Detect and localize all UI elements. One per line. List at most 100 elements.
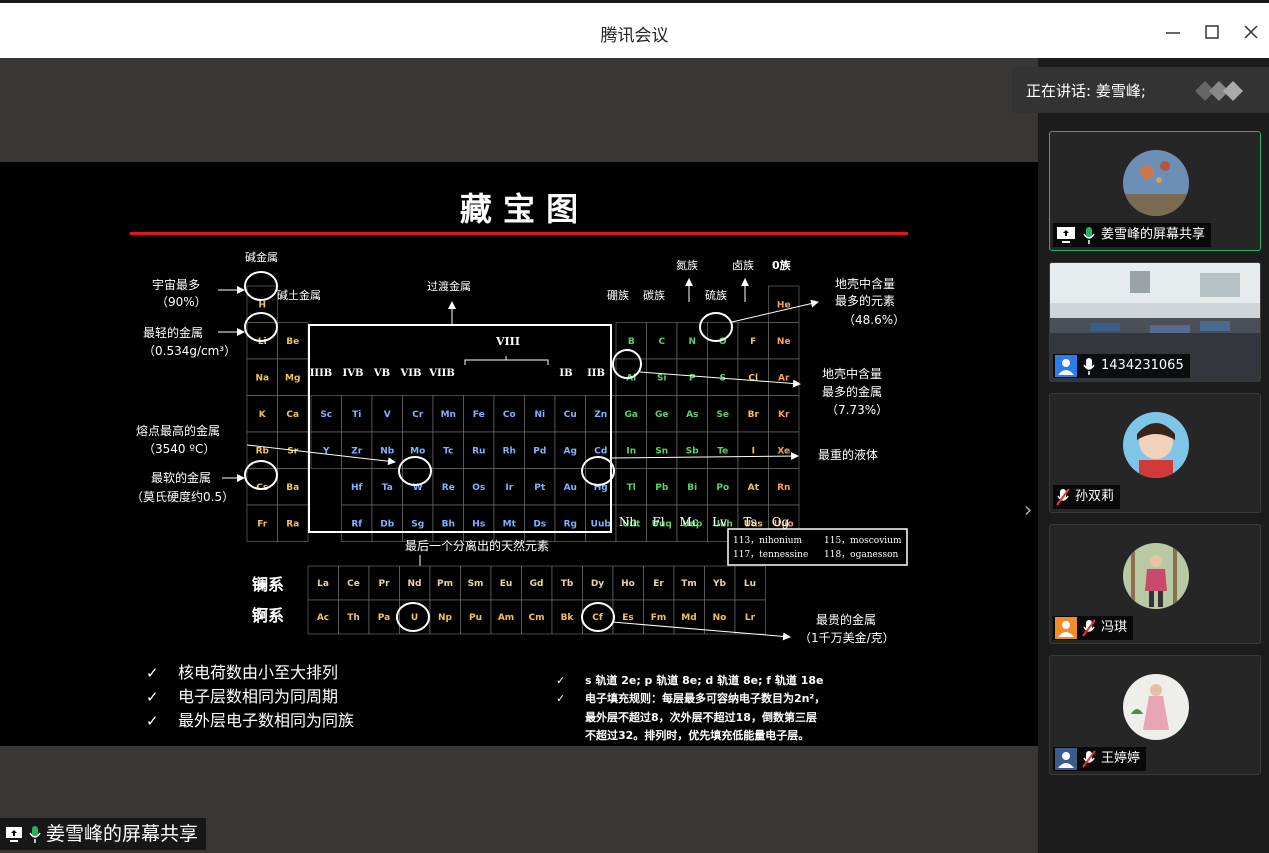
screen-share-icon	[1057, 227, 1075, 243]
element-symbol: Md	[681, 613, 696, 623]
new-element-117: 117，tennessine	[733, 550, 808, 560]
presentation-slide: 藏 宝 图 碱金属 碱土金属 过渡金属 硼族 碳族 氮族 硫族 卤族 0族 VI…	[0, 162, 1038, 746]
label-ivb: IVB	[343, 368, 364, 379]
participant-name: 孙双莉	[1075, 489, 1115, 504]
element-symbol: Xe	[777, 446, 790, 456]
element-symbol: Er	[653, 579, 664, 589]
element-symbol: Mg	[285, 373, 300, 383]
annot-crust-element2: 最多的元素	[835, 293, 895, 308]
element-symbol: N	[688, 337, 696, 347]
element-symbol: Ni	[534, 410, 545, 420]
element-symbol: La	[317, 579, 329, 589]
element-symbol: Pr	[378, 579, 390, 589]
annot-highest-mp: 熔点最高的金属	[136, 423, 220, 438]
element-symbol: Lr	[745, 613, 756, 623]
mic-icon	[29, 826, 41, 843]
element-symbol: V	[384, 410, 391, 420]
element-symbol: Ir	[505, 483, 513, 493]
element-symbol: Rg	[564, 519, 577, 529]
annot-universe-most: 宇宙最多	[152, 277, 200, 292]
element-symbol: Rn	[777, 483, 790, 493]
participant-label: 王婷婷	[1053, 747, 1147, 771]
label-nitrogen: 氮族	[676, 258, 698, 272]
element-symbol: As	[686, 410, 698, 420]
annot-softest-val: （莫氏硬度约0.5）	[131, 489, 234, 504]
participant-name: 冯琪	[1101, 620, 1128, 635]
element-symbol: Rf	[351, 519, 362, 529]
label-vib: VIB	[400, 368, 422, 379]
annot-most-expensive: 最贵的金属	[816, 612, 876, 627]
element-symbol: Sm	[468, 579, 484, 589]
element-symbol: Hs	[472, 519, 485, 529]
avatar	[1123, 150, 1189, 216]
participant-tile-5[interactable]: 王婷婷	[1049, 655, 1261, 775]
element-symbol: Re	[442, 483, 455, 493]
element-symbol: Mn	[441, 410, 456, 420]
label-halogen: 卤族	[732, 258, 754, 272]
element-symbol: Dy	[591, 579, 604, 589]
participant-name: 王婷婷	[1101, 751, 1141, 766]
element-symbol: Ru	[472, 446, 485, 456]
shared-screen-stage: 藏 宝 图 碱金属 碱土金属 过渡金属 硼族 碳族 氮族 硫族 卤族 0族 VI…	[0, 58, 1038, 853]
rule-right-3: 最外层不超过8，次外层不超过18，倒数第三层	[585, 710, 817, 724]
annot-softest: 最软的金属	[151, 470, 211, 485]
label-boron: 硼族	[607, 288, 629, 302]
element-symbol: Lu	[744, 579, 756, 589]
rule-right-2: 电子填充规则：每层最多可容纳电子数目为2n²，	[585, 691, 825, 705]
label-carbon: 碳族	[643, 288, 665, 302]
annot-last-natural: 最后一个分离出的天然元素	[405, 538, 549, 553]
element-symbol: Te	[717, 446, 728, 456]
maximize-icon[interactable]	[1197, 17, 1227, 47]
element-symbol: Ne	[777, 337, 791, 347]
annot-universe-pct: （90%）	[156, 295, 207, 309]
element-symbol: Ar	[778, 373, 790, 383]
speaker-wave-icon	[1195, 81, 1243, 101]
meeting-window: 腾讯会议 藏 宝 图 碱金属 碱土金属 过渡金属 硼族 碳族 氮族 硫族 卤族 …	[0, 0, 1269, 853]
element-symbol: At	[748, 483, 760, 493]
participant-tile-3[interactable]: 孙双莉	[1049, 393, 1261, 513]
element-symbol: Nd	[408, 579, 422, 589]
screen-share-icon	[6, 827, 22, 842]
element-symbol: Tc	[443, 446, 453, 456]
user-icon	[1055, 617, 1077, 639]
element-symbol: Ds	[533, 519, 546, 529]
annot-crust-metal-pct: （7.73%）	[826, 403, 888, 417]
element-symbol: U	[411, 613, 418, 623]
minimize-icon[interactable]	[1158, 17, 1188, 47]
annot-heaviest-liquid: 最重的液体	[818, 447, 878, 462]
participant-tile-1[interactable]: 姜雪峰的屏幕共享	[1049, 131, 1261, 251]
element-symbol: Bi	[687, 483, 697, 493]
user-icon	[1055, 748, 1077, 770]
annot-most-expensive-val: （1千万美金/克）	[799, 630, 895, 645]
new-element-symbol: Nh	[619, 515, 638, 529]
element-symbol: Mt	[503, 519, 517, 529]
element-symbol: Ce	[347, 579, 360, 589]
label-iib: IIB	[587, 368, 605, 379]
element-symbol: Rh	[503, 446, 516, 456]
label-alkaline-earth: 碱土金属	[277, 288, 321, 302]
new-element-118: 118，oganesson	[824, 550, 899, 560]
element-symbol: Pm	[437, 579, 453, 589]
element-symbol: Bk	[561, 613, 575, 623]
label-viib: VIIB	[428, 368, 455, 379]
participant-tile-4[interactable]: 冯琪	[1049, 524, 1261, 644]
new-element-113: 113，nihonium	[733, 536, 803, 546]
new-element-symbol: Mc	[679, 515, 698, 529]
avatar	[1123, 674, 1189, 740]
chevron-right-icon[interactable]: ›	[1018, 498, 1038, 528]
element-symbol: Co	[503, 410, 516, 420]
element-symbol: Cm	[529, 613, 545, 623]
element-symbol: Cf	[592, 613, 603, 623]
close-icon[interactable]	[1236, 17, 1266, 47]
annot-lightest-density: （0.534g/cm³）	[143, 344, 236, 358]
element-symbol: Pa	[378, 613, 390, 623]
check-5: ✓	[556, 692, 565, 705]
annot-lightest-metal: 最轻的金属	[143, 325, 203, 340]
screen-share-label-text: 姜雪峰的屏幕共享	[46, 823, 199, 845]
element-symbol: Uub	[591, 519, 612, 529]
element-symbol: Es	[622, 613, 634, 623]
label-sulfur: 硫族	[705, 288, 727, 302]
participant-tile-2[interactable]: 1434231065	[1049, 262, 1261, 382]
element-symbol: I	[752, 446, 755, 456]
window-title: 腾讯会议	[600, 26, 669, 46]
